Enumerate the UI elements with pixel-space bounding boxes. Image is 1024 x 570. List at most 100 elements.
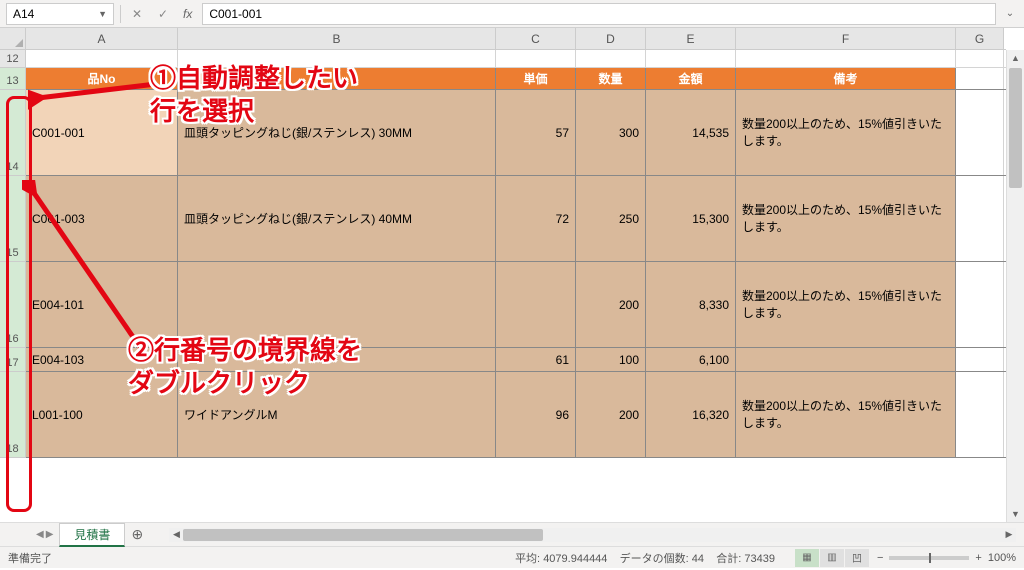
vertical-scrollbar[interactable]: ▲ ▼ bbox=[1006, 50, 1024, 522]
cell-17-A[interactable]: E004-103 bbox=[26, 348, 178, 371]
view-page-layout-icon[interactable]: ▥ bbox=[820, 549, 844, 567]
row-header-15[interactable]: 15 bbox=[0, 176, 26, 262]
cell-17-G[interactable] bbox=[956, 348, 1004, 371]
name-box[interactable]: A14 ▼ bbox=[6, 3, 114, 25]
cell-16-E[interactable]: 8,330 bbox=[646, 262, 736, 347]
column-header-A[interactable]: A bbox=[26, 28, 178, 49]
scroll-down-icon[interactable]: ▼ bbox=[1007, 506, 1024, 522]
confirm-icon[interactable]: ✓ bbox=[153, 4, 173, 24]
row-header-13[interactable]: 13 bbox=[0, 68, 26, 90]
add-sheet-icon[interactable]: ⊕ bbox=[125, 526, 149, 543]
chevron-down-icon[interactable]: ▼ bbox=[98, 9, 107, 19]
formula-bar[interactable]: C001-001 bbox=[202, 3, 996, 25]
column-header-G[interactable]: G bbox=[956, 28, 1004, 49]
cell-14-A[interactable]: C001-001 bbox=[26, 90, 178, 175]
cell-12-F[interactable] bbox=[736, 50, 956, 67]
sheet-tab-label: 見積書 bbox=[74, 528, 110, 542]
table-row: C001-001皿頭タッピングねじ(銀/ステンレス) 30MM5730014,5… bbox=[26, 90, 1006, 176]
row-header-14[interactable]: 14 bbox=[0, 90, 26, 176]
view-normal-icon[interactable]: ▦ bbox=[795, 549, 819, 567]
cancel-icon[interactable]: ✕ bbox=[127, 4, 147, 24]
select-all-corner[interactable] bbox=[0, 28, 26, 50]
view-page-break-icon[interactable]: 凹 bbox=[845, 549, 869, 567]
vertical-scroll-thumb[interactable] bbox=[1009, 68, 1022, 188]
column-header-F[interactable]: F bbox=[736, 28, 956, 49]
cell-14-B[interactable]: 皿頭タッピングねじ(銀/ステンレス) 30MM bbox=[178, 90, 496, 175]
header-cell-E[interactable]: 金額 bbox=[646, 68, 736, 89]
zoom-out-icon[interactable]: − bbox=[877, 552, 883, 564]
cell-18-D[interactable]: 200 bbox=[576, 372, 646, 457]
header-cell-G[interactable] bbox=[956, 68, 1004, 89]
cell-17-F[interactable] bbox=[736, 348, 956, 371]
cell-18-C[interactable]: 96 bbox=[496, 372, 576, 457]
header-cell-F[interactable]: 備考 bbox=[736, 68, 956, 89]
cell-15-A[interactable]: C001-003 bbox=[26, 176, 178, 261]
fx-icon[interactable]: fx bbox=[179, 7, 196, 21]
formula-bar-row: A14 ▼ ✕ ✓ fx C001-001 ⌄ bbox=[0, 0, 1024, 28]
row-header-18[interactable]: 18 bbox=[0, 372, 26, 458]
scroll-up-icon[interactable]: ▲ bbox=[1007, 50, 1024, 66]
sheet-prev-icon[interactable]: ◀ bbox=[36, 529, 44, 540]
column-header-E[interactable]: E bbox=[646, 28, 736, 49]
column-header-B[interactable]: B bbox=[178, 28, 496, 49]
header-cell-A[interactable]: 品No bbox=[26, 68, 178, 89]
sheet-next-icon[interactable]: ▶ bbox=[46, 529, 54, 540]
cell-12-E[interactable] bbox=[646, 50, 736, 67]
header-cell-D[interactable]: 数量 bbox=[576, 68, 646, 89]
zoom-slider[interactable] bbox=[889, 556, 969, 560]
scroll-right-icon[interactable]: ▶ bbox=[1002, 529, 1016, 540]
cell-14-C[interactable]: 57 bbox=[496, 90, 576, 175]
row-header-17[interactable]: 17 bbox=[0, 348, 26, 372]
cell-15-F[interactable]: 数量200以上のため、15%値引きいたします。 bbox=[736, 176, 956, 261]
cell-15-G[interactable] bbox=[956, 176, 1004, 261]
cell-18-E[interactable]: 16,320 bbox=[646, 372, 736, 457]
cell-18-F[interactable]: 数量200以上のため、15%値引きいたします。 bbox=[736, 372, 956, 457]
cell-15-C[interactable]: 72 bbox=[496, 176, 576, 261]
table-row: E004-103 611006,100 bbox=[26, 348, 1006, 372]
table-row bbox=[26, 50, 1006, 68]
cell-17-E[interactable]: 6,100 bbox=[646, 348, 736, 371]
row-header-16[interactable]: 16 bbox=[0, 262, 26, 348]
cell-16-F[interactable]: 数量200以上のため、15%値引きいたします。 bbox=[736, 262, 956, 347]
scroll-left-icon[interactable]: ◀ bbox=[169, 529, 183, 540]
cell-17-D[interactable]: 100 bbox=[576, 348, 646, 371]
formula-bar-value: C001-001 bbox=[209, 7, 262, 21]
cell-17-B[interactable] bbox=[178, 348, 496, 371]
sheet-tab-bar: ◀ ▶ 見積書 ⊕ ◀ ▶ bbox=[0, 522, 1024, 546]
header-cell-B[interactable] bbox=[178, 68, 496, 89]
cell-12-B[interactable] bbox=[178, 50, 496, 67]
column-header-C[interactable]: C bbox=[496, 28, 576, 49]
cell-15-D[interactable]: 250 bbox=[576, 176, 646, 261]
cell-14-F[interactable]: 数量200以上のため、15%値引きいたします。 bbox=[736, 90, 956, 175]
cell-12-D[interactable] bbox=[576, 50, 646, 67]
cell-12-G[interactable] bbox=[956, 50, 1004, 67]
cell-18-B[interactable]: ワイドアングルM bbox=[178, 372, 496, 457]
cell-14-G[interactable] bbox=[956, 90, 1004, 175]
cell-17-C[interactable]: 61 bbox=[496, 348, 576, 371]
horizontal-scrollbar[interactable]: ◀ ▶ bbox=[169, 528, 1016, 542]
row-header-12[interactable]: 12 bbox=[0, 50, 26, 68]
cell-18-A[interactable]: L001-100 bbox=[26, 372, 178, 457]
cell-16-G[interactable] bbox=[956, 262, 1004, 347]
column-header-D[interactable]: D bbox=[576, 28, 646, 49]
cell-14-D[interactable]: 300 bbox=[576, 90, 646, 175]
separator bbox=[120, 5, 121, 23]
zoom-in-icon[interactable]: + bbox=[975, 552, 981, 564]
cell-16-D[interactable]: 200 bbox=[576, 262, 646, 347]
table-row: C001-003皿頭タッピングねじ(銀/ステンレス) 40MM7225015,3… bbox=[26, 176, 1006, 262]
cell-15-E[interactable]: 15,300 bbox=[646, 176, 736, 261]
table-row: L001-100ワイドアングルM9620016,320数量200以上のため、15… bbox=[26, 372, 1006, 458]
cell-12-C[interactable] bbox=[496, 50, 576, 67]
expand-formula-bar-icon[interactable]: ⌄ bbox=[1002, 8, 1018, 19]
header-cell-C[interactable]: 単価 bbox=[496, 68, 576, 89]
column-headers: ABCDEFG bbox=[26, 28, 1006, 50]
sheet-tab-active[interactable]: 見積書 bbox=[59, 523, 125, 547]
horizontal-scroll-thumb[interactable] bbox=[183, 529, 543, 541]
cell-18-G[interactable] bbox=[956, 372, 1004, 457]
cell-12-A[interactable] bbox=[26, 50, 178, 67]
cell-16-A[interactable]: E004-101 bbox=[26, 262, 178, 347]
cell-16-C[interactable] bbox=[496, 262, 576, 347]
cell-14-E[interactable]: 14,535 bbox=[646, 90, 736, 175]
cell-15-B[interactable]: 皿頭タッピングねじ(銀/ステンレス) 40MM bbox=[178, 176, 496, 261]
cell-16-B[interactable] bbox=[178, 262, 496, 347]
